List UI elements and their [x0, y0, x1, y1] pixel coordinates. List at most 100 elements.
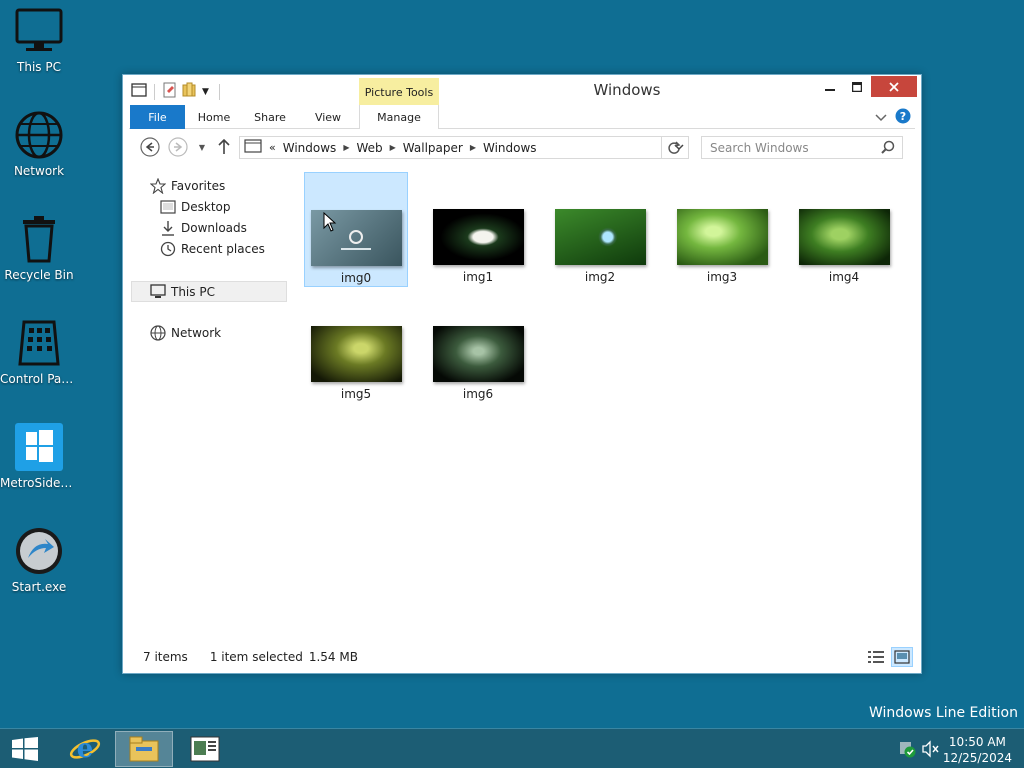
window-title: Windows — [593, 81, 661, 99]
search-icon[interactable] — [881, 140, 895, 157]
system-clock[interactable]: 10:50 AM 12/25/2024 — [943, 734, 1012, 766]
desktop-icon-start-exe[interactable]: Start.exe — [0, 526, 78, 594]
star-icon — [149, 177, 167, 194]
tab-file[interactable]: File — [130, 105, 185, 129]
breadcrumb-item[interactable]: Windows — [283, 141, 337, 155]
nav-item-label: Downloads — [181, 220, 247, 235]
file-explorer-icon — [129, 736, 159, 762]
help-icon[interactable]: ? — [895, 108, 911, 127]
file-item[interactable]: img6 — [426, 289, 530, 404]
svg-text:e: e — [77, 734, 94, 764]
chevron-right-icon[interactable]: ▶ — [390, 143, 396, 152]
desktop-icon-metrosidebar[interactable]: MetroSideb... — [0, 422, 78, 490]
thumbnail-img2 — [554, 209, 646, 265]
maximize-button[interactable] — [844, 76, 870, 97]
start-button[interactable] — [0, 731, 50, 767]
taskbar-app-window[interactable] — [176, 731, 234, 767]
search-placeholder: Search Windows — [710, 140, 809, 155]
file-name: img0 — [340, 271, 372, 285]
desktop-icon-label: This PC — [17, 60, 61, 74]
title-bar[interactable]: ▼ Picture Tools Windows — [123, 75, 921, 105]
desktop-icon-label: Start.exe — [11, 580, 67, 594]
tab-home[interactable]: Home — [191, 105, 237, 129]
clock-time: 10:50 AM — [948, 735, 1006, 749]
action-center-icon[interactable] — [898, 740, 916, 761]
nav-item-label: Favorites — [171, 178, 226, 193]
tab-share[interactable]: Share — [247, 105, 293, 129]
tab-view[interactable]: View — [305, 105, 351, 129]
close-button[interactable] — [871, 76, 917, 97]
desktop-icon-control-panel[interactable]: Control Panel — [0, 318, 78, 386]
thumbnail-img1 — [432, 209, 524, 265]
ribbon-tab-strip: File Home Share View Manage ? — [129, 105, 915, 129]
large-icons-view-button[interactable] — [891, 647, 913, 667]
file-item[interactable]: img3 — [670, 172, 774, 287]
up-button[interactable] — [213, 136, 235, 158]
desktop-icon-network[interactable]: Network — [0, 110, 78, 178]
internet-explorer-icon: e — [69, 734, 101, 764]
edition-watermark: Windows Line Edition — [868, 705, 1018, 721]
chevron-right-icon[interactable]: ▶ — [470, 143, 476, 152]
speaker-muted-icon[interactable] — [922, 740, 940, 761]
file-view[interactable]: img0 img1 img2 img3 img4 img5 img6 — [299, 171, 913, 637]
navigation-bar: ▼ « Windows ▶ Web ▶ Wallpaper ▶ Windows … — [129, 133, 915, 161]
details-view-button[interactable] — [865, 647, 887, 667]
recent-locations-icon[interactable]: ▼ — [191, 136, 213, 158]
desktop-icon-label: Network — [13, 164, 65, 178]
file-name: img4 — [828, 270, 860, 284]
file-name: img6 — [462, 387, 494, 401]
nav-item-label: Recent places — [181, 241, 265, 256]
explorer-window[interactable]: ▼ Picture Tools Windows File Home Share … — [122, 74, 922, 674]
search-input[interactable]: Search Windows — [701, 136, 903, 159]
file-name: img1 — [462, 270, 494, 284]
file-name: img2 — [584, 270, 616, 284]
navigation-pane: Favorites Desktop Downloads Recent place… — [129, 171, 289, 631]
download-icon — [159, 220, 177, 236]
start-exe-icon — [14, 526, 64, 576]
taskbar-file-explorer[interactable] — [115, 731, 173, 767]
nav-recent-places[interactable]: Recent places — [159, 238, 265, 259]
back-button[interactable] — [139, 136, 161, 158]
file-item[interactable]: img2 — [548, 172, 652, 287]
clock-date: 12/25/2024 — [942, 751, 1012, 765]
nav-network[interactable]: Network — [149, 322, 221, 343]
expand-ribbon-icon[interactable] — [875, 111, 887, 125]
desktop-icon-this-pc[interactable]: This PC — [0, 6, 78, 74]
address-bar[interactable]: « Windows ▶ Web ▶ Wallpaper ▶ Windows — [239, 136, 689, 159]
file-item[interactable]: img5 — [304, 289, 408, 404]
control-panel-icon — [14, 318, 64, 368]
nav-favorites[interactable]: Favorites — [149, 175, 225, 196]
selection-size: 1.54 MB — [308, 650, 358, 664]
breadcrumb-item[interactable]: Wallpaper — [403, 141, 463, 155]
globe-icon — [149, 324, 167, 341]
thumbnail-img4 — [798, 209, 890, 265]
item-count: 7 items — [143, 650, 188, 664]
breadcrumb-item[interactable]: Web — [356, 141, 382, 155]
desktop-icon — [159, 199, 177, 215]
breadcrumb-overflow[interactable]: « — [269, 141, 276, 154]
breadcrumb-item[interactable]: Windows — [483, 141, 537, 155]
nav-downloads[interactable]: Downloads — [159, 217, 247, 238]
desktop-icon-label: Control Panel — [0, 372, 78, 386]
file-item[interactable]: img4 — [792, 172, 896, 287]
minimize-button[interactable] — [817, 76, 843, 97]
file-name: img3 — [706, 270, 738, 284]
taskbar: e 10:50 AM 12/25/2024 — [0, 728, 1024, 768]
mouse-cursor-icon — [323, 212, 337, 232]
nav-this-pc[interactable]: This PC — [131, 281, 287, 302]
desktop-icon-recycle-bin[interactable]: Recycle Bin — [0, 214, 78, 282]
forward-button[interactable] — [167, 136, 189, 158]
recycle-bin-icon — [14, 214, 64, 264]
tab-manage[interactable]: Manage — [359, 105, 439, 129]
taskbar-internet-explorer[interactable]: e — [56, 731, 114, 767]
file-item[interactable]: img1 — [426, 172, 530, 287]
nav-desktop[interactable]: Desktop — [159, 196, 231, 217]
monitor-icon — [14, 6, 64, 56]
metro-tile-icon — [14, 422, 64, 472]
globe-icon — [14, 110, 64, 160]
file-item[interactable]: img0 — [304, 172, 408, 287]
windows-logo-icon — [12, 737, 38, 761]
chevron-right-icon[interactable]: ▶ — [343, 143, 349, 152]
file-name: img5 — [340, 387, 372, 401]
refresh-button[interactable] — [661, 137, 686, 158]
